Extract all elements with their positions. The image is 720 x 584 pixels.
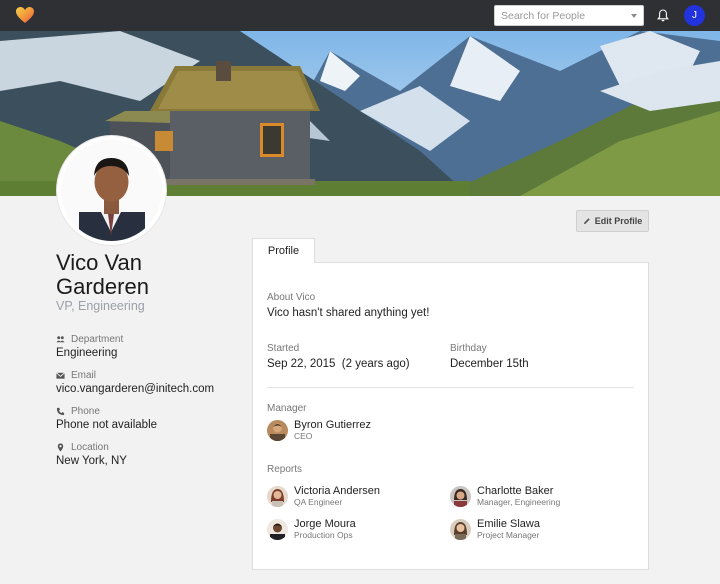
report-name: Charlotte Baker (477, 485, 554, 497)
avatar (267, 518, 288, 540)
report-item[interactable]: Emilie Slawa Project Manager (450, 518, 540, 540)
phone-value: Phone not available (56, 419, 158, 431)
report-item[interactable]: Charlotte Baker Manager, Engineering (450, 485, 560, 507)
report-item[interactable]: Victoria Andersen QA Engineer (267, 485, 380, 507)
email-value[interactable]: vico.vangarderen@initech.com (56, 383, 214, 395)
reports-label: Reports (267, 464, 303, 475)
report-role: QA Engineer (294, 497, 343, 507)
envelope-icon (56, 372, 65, 379)
started-label: Started (267, 343, 300, 354)
birthday-value: December 15th (450, 358, 529, 370)
edit-profile-label: Edit Profile (594, 216, 643, 226)
avatar (267, 419, 288, 441)
report-item[interactable]: Jorge Moura Production Ops (267, 518, 356, 540)
manager-label: Manager (267, 403, 307, 414)
search-select[interactable]: Search for People (494, 5, 644, 26)
profile-card: About Vico Vico hasn't shared anything y… (252, 262, 649, 570)
manager-role: CEO (294, 431, 313, 441)
report-role: Manager, Engineering (477, 497, 561, 507)
user-avatar[interactable]: J (684, 5, 705, 26)
phone-block: Phone Phone not available (56, 406, 157, 431)
tab-profile[interactable]: Profile (252, 238, 315, 263)
phone-icon (56, 407, 65, 416)
started-value: Sep 22, 2015 (2 years ago) (267, 358, 410, 370)
department-label: Department (71, 334, 124, 345)
report-name: Victoria Andersen (294, 485, 381, 497)
avatar (267, 485, 288, 507)
profile-photo (57, 136, 166, 245)
report-role: Project Manager (477, 530, 540, 540)
department-block: Department Engineering (56, 334, 123, 359)
email-block: Email vico.vangarderen@initech.com (56, 370, 214, 395)
edit-profile-button[interactable]: Edit Profile (576, 210, 649, 232)
manager-item[interactable]: Byron Gutierrez CEO (267, 419, 371, 441)
location-label: Location (71, 442, 109, 453)
avatar (450, 485, 471, 507)
location-value: New York, NY (56, 455, 127, 467)
chevron-down-icon (631, 14, 637, 18)
manager-name: Byron Gutierrez (294, 419, 372, 431)
report-name: Emilie Slawa (477, 518, 540, 530)
location-block: Location New York, NY (56, 442, 127, 467)
top-bar: Search for People J (0, 0, 720, 31)
bell-icon[interactable] (657, 9, 669, 22)
email-label: Email (71, 370, 97, 381)
location-pin-icon (57, 443, 64, 452)
search-placeholder: Search for People (501, 10, 586, 22)
heart-logo-icon[interactable] (15, 5, 35, 25)
divider (267, 387, 634, 388)
report-role: Production Ops (294, 530, 353, 540)
pencil-icon (583, 218, 590, 224)
avatar (450, 518, 471, 540)
department-value: Engineering (56, 347, 118, 359)
about-label: About Vico (267, 292, 316, 303)
about-text: Vico hasn't shared anything yet! (267, 307, 430, 319)
report-name: Jorge Moura (294, 518, 356, 530)
people-icon (56, 336, 65, 343)
profile-title: VP, Engineering (56, 299, 145, 313)
profile-name: Vico Van Garderen (56, 250, 149, 299)
phone-label: Phone (71, 406, 100, 417)
birthday-label: Birthday (450, 343, 487, 354)
